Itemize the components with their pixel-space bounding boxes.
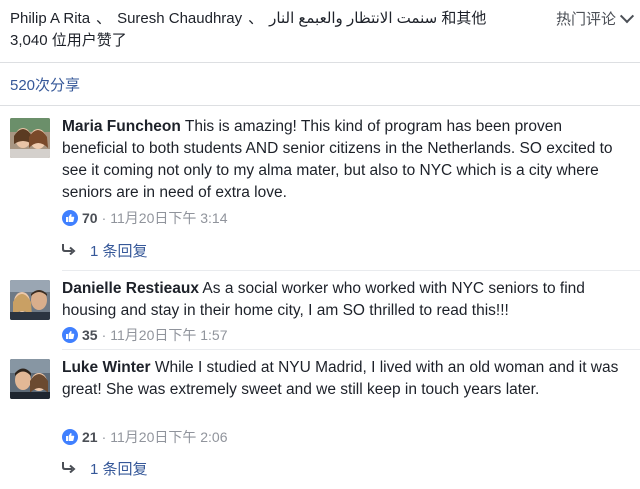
sort-label: 热门评论 (555, 11, 616, 28)
thumbs-up-icon (62, 210, 78, 226)
comment-sort-dropdown[interactable]: 热门评论 (555, 8, 635, 29)
shares-bar: 520次分享 (0, 62, 640, 106)
reply-count-label: 1 条回复 (90, 242, 148, 260)
liker-separator: 、 (248, 10, 264, 27)
avatar[interactable] (10, 359, 50, 399)
comment-meta: 70 · 11月20日下午 3:14 (62, 208, 228, 228)
comment-timestamp[interactable]: 11月20日下午 1:57 (110, 325, 227, 345)
comment-author[interactable]: Luke Winter (62, 359, 151, 376)
comment-body: Maria Funcheon This is amazing! This kin… (62, 116, 627, 204)
avatar-image (10, 359, 50, 399)
meta-separator: · (101, 210, 107, 226)
liker-separator: 、 (96, 10, 112, 27)
comment-author[interactable]: Danielle Restieaux (62, 280, 199, 297)
like-count[interactable]: 21 (82, 429, 98, 445)
avatar-image (10, 118, 50, 158)
liker-name[interactable]: Philip A Rita (10, 10, 90, 27)
comment-body: Danielle Restieaux As a social worker wh… (62, 278, 627, 322)
meta-separator: · (101, 327, 107, 343)
comment-meta: 21 · 11月20日下午 2:06 (62, 427, 228, 447)
comment-timestamp[interactable]: 11月20日下午 2:06 (110, 427, 227, 447)
reactions-header: Philip A Rita 、 Suresh Chaudhray 、 سنمت الان… (0, 0, 640, 60)
likers-others-label[interactable]: 和其他 (441, 10, 486, 27)
view-replies-link[interactable]: 1 条回复 (62, 240, 148, 260)
comment-divider (62, 270, 640, 271)
view-replies-link[interactable]: 1 条回复 (62, 458, 148, 478)
comment-divider (62, 349, 640, 350)
thumbs-up-icon (62, 429, 78, 445)
reply-arrow-icon (62, 460, 76, 477)
like-count[interactable]: 35 (82, 327, 98, 343)
avatar-image (10, 280, 50, 320)
comment-meta: 35 · 11月20日下午 1:57 (62, 325, 228, 345)
liker-name[interactable]: سنمت الانتظار والعبمع النار (269, 10, 437, 27)
likers-summary: Philip A Rita 、 Suresh Chaudhray 、 سنمت الان… (10, 8, 530, 52)
reply-count-label: 1 条回复 (90, 460, 148, 478)
reply-arrow-icon (62, 242, 76, 259)
comment-timestamp[interactable]: 11月20日下午 3:14 (110, 208, 227, 228)
chevron-down-icon (619, 8, 635, 23)
meta-separator: · (101, 429, 107, 445)
likes-count-line[interactable]: 3,040 位用户赞了 (10, 32, 127, 49)
shares-count-link[interactable]: 520次分享 (10, 74, 80, 95)
avatar[interactable] (10, 280, 50, 320)
liker-name[interactable]: Suresh Chaudhray (117, 10, 242, 27)
comment-author[interactable]: Maria Funcheon (62, 118, 181, 135)
comment-body: Luke Winter While I studied at NYU Madri… (62, 357, 627, 401)
thumbs-up-icon (62, 327, 78, 343)
avatar[interactable] (10, 118, 50, 158)
like-count[interactable]: 70 (82, 210, 98, 226)
